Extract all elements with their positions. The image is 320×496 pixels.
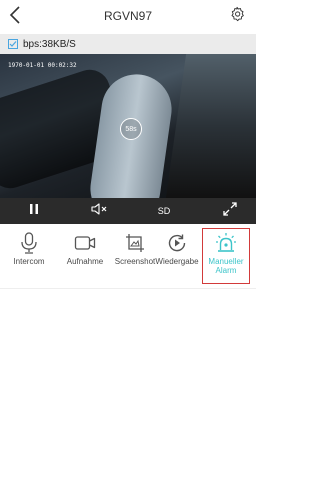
screenshot-label: Screenshot [114, 257, 156, 266]
speaker-muted-icon [91, 202, 109, 220]
top-bar: RGVN97 [0, 0, 256, 34]
playback-label: Wiedergabe [155, 257, 199, 266]
quality-button[interactable]: SD [152, 198, 176, 224]
selection-highlight [202, 228, 250, 284]
bitrate-text: bps:38KB/S [23, 38, 76, 50]
gear-icon [229, 6, 245, 27]
settings-button[interactable] [228, 6, 246, 27]
image-icon [124, 232, 146, 254]
page-title: RGVN97 [103, 9, 153, 23]
status-bar: bps:38KB/S [0, 34, 256, 54]
microphone-icon [18, 232, 40, 254]
playback-controls: SD [0, 198, 256, 224]
video-background [165, 54, 256, 198]
quality-label: SD [157, 206, 171, 216]
video-camera-icon [74, 232, 96, 254]
checkbox-icon [8, 39, 18, 49]
pause-icon [29, 202, 39, 220]
replay-icon [166, 232, 188, 254]
intercom-button[interactable]: Intercom [4, 224, 54, 288]
live-video[interactable]: 1970-01-01 00:02:32 58s [0, 54, 256, 198]
fullscreen-button[interactable] [218, 198, 242, 224]
mute-button[interactable] [88, 198, 112, 224]
pause-button[interactable] [22, 198, 46, 224]
playback-button[interactable]: Wiedergabe [152, 224, 202, 288]
record-label: Aufnahme [66, 257, 104, 266]
fullscreen-icon [223, 201, 237, 221]
video-timestamp: 1970-01-01 00:02:32 [8, 62, 77, 69]
record-button[interactable]: Aufnahme [60, 224, 110, 288]
intercom-label: Intercom [13, 257, 45, 266]
countdown-badge: 58s [120, 118, 142, 140]
